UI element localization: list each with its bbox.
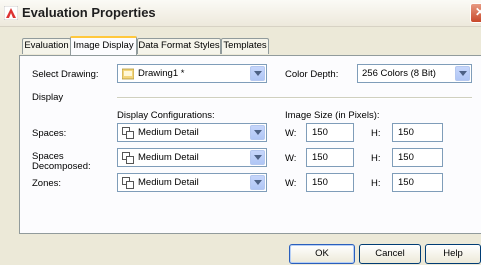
ok-button[interactable]: OK [289, 244, 355, 264]
width-label: W: [285, 128, 297, 139]
zones-config-dropdown[interactable]: Medium Detail [117, 173, 267, 192]
spaces-decomposed-height-input[interactable]: 150 [392, 148, 443, 167]
width-label: W: [285, 178, 297, 189]
color-depth-label: Color Depth: [285, 69, 339, 80]
spaces-config-value: Medium Detail [138, 127, 199, 138]
select-drawing-label: Select Drawing: [32, 69, 99, 80]
spaces-decomposed-config-dropdown[interactable]: Medium Detail [117, 148, 267, 167]
color-depth-value: 256 Colors (8 Bit) [362, 68, 436, 79]
tab-templates[interactable]: Templates [221, 38, 269, 54]
title-bar: Evaluation Properties ✕ [0, 0, 481, 27]
chevron-down-icon[interactable] [455, 66, 470, 81]
tab-image-display[interactable]: Image Display [70, 36, 137, 55]
close-button[interactable]: ✕ [470, 3, 481, 23]
chevron-down-icon[interactable] [250, 66, 265, 81]
height-label: H: [371, 178, 381, 189]
spaces-decomposed-width-input[interactable]: 150 [306, 148, 354, 167]
close-icon: ✕ [475, 5, 481, 19]
chevron-down-icon[interactable] [250, 150, 265, 165]
help-button[interactable]: Help [425, 244, 481, 264]
chevron-down-icon[interactable] [250, 175, 265, 190]
width-label: W: [285, 153, 297, 164]
zones-width-input[interactable]: 150 [306, 173, 354, 192]
window-title: Evaluation Properties [22, 5, 156, 20]
display-section-label: Display [32, 92, 64, 103]
spaces-height-input[interactable]: 150 [392, 123, 443, 142]
tab-label: Evaluation [24, 40, 69, 51]
row-label-zones: Zones: [32, 178, 62, 189]
display-separator [117, 97, 472, 99]
cancel-button[interactable]: Cancel [359, 244, 421, 264]
row-label-spaces: Spaces: [32, 128, 67, 139]
select-drawing-dropdown[interactable]: Drawing1 * [117, 64, 267, 83]
row-label-spaces-decomposed: Spaces Decomposed: [32, 151, 91, 172]
chevron-down-icon[interactable] [250, 125, 265, 140]
height-label: H: [371, 128, 381, 139]
tab-label: Data Format Styles [138, 40, 220, 51]
zones-height-input[interactable]: 150 [392, 173, 443, 192]
tab-label: Image Display [73, 40, 134, 51]
spaces-config-dropdown[interactable]: Medium Detail [117, 123, 267, 142]
tab-evaluation[interactable]: Evaluation [22, 38, 71, 54]
spaces-decomposed-config-value: Medium Detail [138, 152, 199, 163]
image-size-header: Image Size (in Pixels): [285, 110, 380, 121]
drawing-icon [122, 68, 134, 80]
display-config-icon [122, 127, 134, 139]
display-config-icon [122, 177, 134, 189]
tab-data-format-styles[interactable]: Data Format Styles [137, 38, 221, 54]
select-drawing-value: Drawing1 * [138, 68, 185, 79]
tab-label: Templates [223, 40, 267, 51]
zones-config-value: Medium Detail [138, 177, 199, 188]
display-config-icon [122, 152, 134, 164]
color-depth-dropdown[interactable]: 256 Colors (8 Bit) [357, 64, 472, 83]
app-icon [4, 6, 18, 20]
spaces-width-input[interactable]: 150 [306, 123, 354, 142]
height-label: H: [371, 153, 381, 164]
display-configurations-header: Display Configurations: [117, 110, 215, 121]
